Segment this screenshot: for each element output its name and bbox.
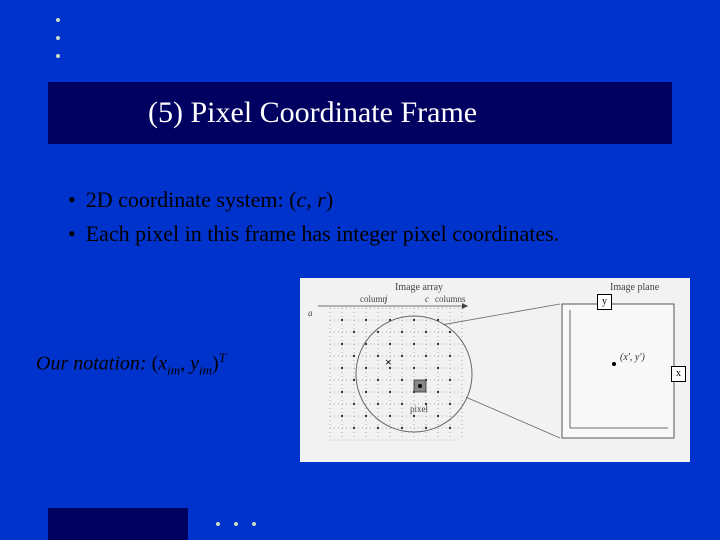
svg-text:pixel: pixel (410, 404, 428, 414)
svg-text:j: j (384, 294, 388, 304)
bullet-marker: • (68, 185, 76, 215)
decorative-dots-top (56, 18, 60, 72)
svg-text:columns: columns (435, 294, 466, 304)
bullet-1: • 2D coordinate system: (c, r) (68, 185, 680, 215)
x-axis-label: x (671, 366, 686, 382)
footer-block (48, 508, 188, 540)
title-bar: (5) Pixel Coordinate Frame (48, 82, 672, 144)
svg-text:a: a (308, 308, 313, 318)
bullet-2-text: Each pixel in this frame has integer pix… (86, 219, 559, 249)
svg-text:×: × (385, 355, 392, 369)
bullet-2: • Each pixel in this frame has integer p… (68, 219, 680, 249)
decorative-dots-bottom (216, 522, 270, 526)
svg-text:Image array: Image array (395, 282, 443, 293)
figure-diagram: Image array Image plane columnj c columns a pi… (300, 278, 690, 462)
slide-title: (5) Pixel Coordinate Frame (148, 96, 477, 130)
svg-text:c: c (425, 294, 429, 304)
notation-line: Our notation: (xim, yim)T (36, 350, 226, 379)
svg-text:column: column (360, 294, 387, 304)
bullet-1-text: 2D coordinate system: (c, r) (86, 185, 333, 215)
bullet-list: • 2D coordinate system: (c, r) • Each pi… (68, 185, 680, 252)
bullet-marker: • (68, 219, 76, 249)
svg-text:Image plane: Image plane (610, 282, 660, 293)
svg-text:(x', y'): (x', y') (620, 352, 645, 363)
y-axis-label: y (597, 294, 612, 310)
